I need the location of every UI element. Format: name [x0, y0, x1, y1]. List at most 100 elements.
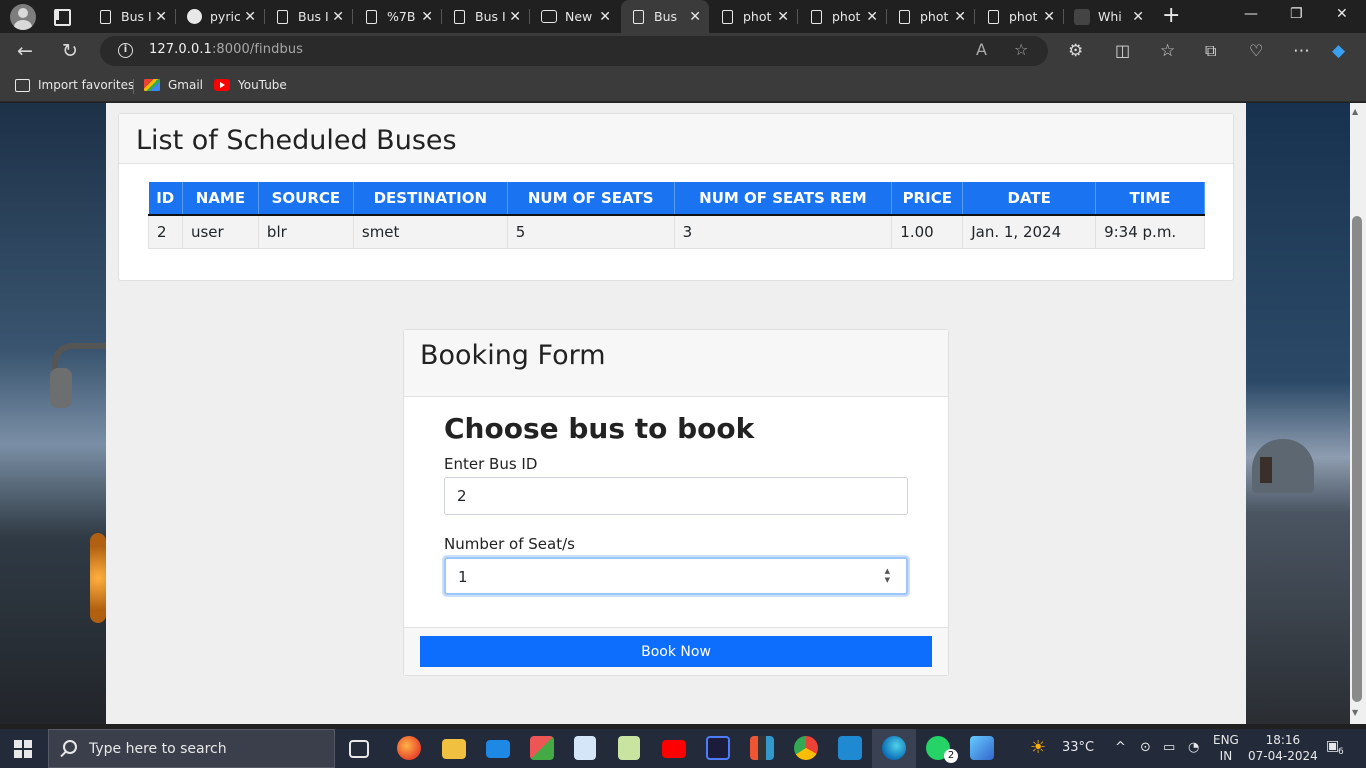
scroll-down-icon[interactable]: ▼ — [1352, 708, 1358, 717]
doc-icon — [811, 9, 822, 24]
close-tab-icon[interactable]: ✕ — [689, 9, 701, 25]
table-cell: smet — [352, 214, 508, 249]
webex-icon[interactable] — [706, 736, 730, 760]
booking-form-card: Booking Form Choose bus to book Enter Bu… — [403, 329, 949, 676]
close-tab-icon[interactable]: ✕ — [866, 9, 878, 25]
taskbar-search[interactable]: Type here to search — [48, 729, 335, 768]
seats-number-input[interactable]: 1 ▲ ▼ — [444, 557, 908, 595]
tray-chevron-icon[interactable]: ^ — [1115, 740, 1126, 755]
close-tab-icon[interactable]: ✕ — [1043, 9, 1055, 25]
close-tab-icon[interactable]: ✕ — [421, 9, 433, 25]
document-app-icon[interactable] — [574, 736, 596, 760]
weather-icon[interactable]: ☀ — [1030, 737, 1046, 758]
refresh-icon[interactable]: ↻ — [62, 39, 78, 63]
column-header: ID — [148, 182, 183, 216]
minimize-icon[interactable]: — — [1244, 6, 1258, 22]
favorite-label: Gmail — [168, 78, 204, 92]
browser-tab[interactable]: Bus I ✕ — [265, 0, 352, 33]
weather-temp[interactable]: 33°C — [1062, 740, 1094, 755]
doc-icon — [722, 9, 733, 24]
favorite-import[interactable]: Import favorites — [15, 78, 134, 92]
new-tab-icon — [541, 10, 557, 23]
back-arrow-icon[interactable]: ← — [17, 39, 33, 63]
bg-light-shape — [90, 533, 106, 623]
favorite-gmail[interactable]: Gmail — [144, 78, 203, 92]
book-now-button[interactable]: Book Now — [420, 636, 932, 667]
close-tab-icon[interactable]: ✕ — [244, 9, 256, 25]
read-aloud-icon[interactable]: A — [976, 40, 987, 59]
close-tab-icon[interactable]: ✕ — [954, 9, 966, 25]
language-indicator[interactable]: ENG IN — [1213, 732, 1239, 764]
table-cell: blr — [257, 214, 354, 249]
address-bar[interactable]: i 127.0.0.1:8000/findbus A ☆ — [100, 36, 1048, 66]
tab-separator — [974, 9, 975, 24]
firefox-icon[interactable] — [397, 736, 421, 760]
task-view-icon[interactable] — [349, 740, 369, 758]
site-info-icon[interactable]: i — [118, 43, 133, 58]
scroll-up-icon[interactable]: ▲ — [1352, 107, 1358, 116]
extensions-icon[interactable]: ⚙ — [1068, 39, 1083, 63]
site-icon — [1074, 8, 1090, 25]
browser-tab[interactable]: %7B ✕ — [354, 0, 441, 33]
windows-start-icon[interactable] — [14, 740, 32, 758]
favorites-icon[interactable]: ☆ — [1160, 39, 1175, 63]
browser-tab[interactable]: phot ✕ — [887, 0, 974, 33]
favorites-divider — [133, 79, 134, 94]
scrollbar-thumb[interactable] — [1352, 216, 1362, 702]
battery-icon[interactable]: ▭ — [1163, 740, 1175, 755]
browser-essentials-icon[interactable]: ♡ — [1249, 39, 1263, 63]
close-tab-icon[interactable]: ✕ — [509, 9, 521, 25]
browser-tab[interactable]: phot ✕ — [976, 0, 1063, 33]
photos-icon[interactable] — [970, 736, 994, 760]
browser-tab[interactable]: Bus ✕ — [621, 0, 709, 33]
table-cell: Jan. 1, 2024 — [962, 214, 1097, 249]
page-viewport: List of Scheduled Buses ID NAME SOURCE DEST… — [0, 103, 1366, 724]
browser-tab[interactable]: Bus I ✕ — [442, 0, 529, 33]
mail-icon[interactable] — [486, 740, 510, 758]
camera-icon[interactable]: ⊙ — [1140, 740, 1151, 755]
browser-tab[interactable]: pyric ✕ — [177, 0, 264, 33]
vscode-icon[interactable] — [838, 736, 862, 760]
table-body: 2 user blr smet 5 3 1.00 Jan. 1, 2024 9:34 p.m. — [148, 214, 1205, 249]
favorite-star-icon[interactable]: ☆ — [1014, 40, 1028, 59]
table-row: 2 user blr smet 5 3 1.00 Jan. 1, 2024 9:34 p.m. — [148, 214, 1205, 249]
copilot-icon[interactable]: ◆ — [1332, 39, 1345, 63]
bus-id-input[interactable]: 2 — [444, 477, 908, 515]
profile-avatar-icon[interactable] — [10, 4, 36, 30]
collections-icon[interactable]: ⧉ — [1205, 39, 1216, 63]
close-tab-icon[interactable]: ✕ — [1132, 9, 1144, 25]
browser-tab[interactable]: Whi ✕ — [1064, 0, 1152, 33]
chrome-icon[interactable] — [794, 736, 818, 760]
favorite-youtube[interactable]: YouTube — [214, 78, 287, 92]
browser-tab[interactable]: Bus I ✕ — [88, 0, 175, 33]
wifi-icon[interactable]: ◔ — [1188, 740, 1199, 755]
close-tab-icon[interactable]: ✕ — [332, 9, 344, 25]
scheduled-buses-card: List of Scheduled Buses ID NAME SOURCE DEST… — [118, 113, 1234, 281]
more-menu-icon[interactable]: ⋯ — [1293, 39, 1310, 63]
winrar-icon[interactable] — [750, 736, 774, 760]
file-explorer-icon[interactable] — [442, 739, 466, 759]
restore-icon[interactable]: ❐ — [1290, 6, 1303, 22]
browser-tab[interactable]: phot ✕ — [710, 0, 797, 33]
column-header: DATE — [962, 182, 1097, 216]
system-clock[interactable]: 18:16 07-04-2024 — [1248, 732, 1318, 764]
edge-icon[interactable] — [882, 736, 906, 760]
close-tab-icon[interactable]: ✕ — [155, 9, 167, 25]
browser-tab[interactable]: New ✕ — [531, 0, 619, 33]
youtube-taskbar-icon[interactable] — [662, 740, 686, 758]
number-spinner-icon[interactable]: ▲ ▼ — [885, 567, 890, 585]
tab-title: pyric — [210, 9, 240, 24]
url-text[interactable]: 127.0.0.1:8000/findbus — [149, 42, 303, 57]
tab-actions-icon[interactable] — [50, 6, 72, 26]
close-tab-icon[interactable]: ✕ — [599, 9, 611, 25]
chart-app-icon[interactable] — [618, 736, 640, 760]
column-header: DESTINATION — [353, 182, 508, 216]
background-photo-right — [1246, 103, 1350, 724]
close-window-icon[interactable]: ✕ — [1336, 6, 1348, 22]
tab-title: %7B — [387, 9, 416, 24]
close-tab-icon[interactable]: ✕ — [777, 9, 789, 25]
new-tab-plus-icon[interactable]: + — [1162, 3, 1180, 28]
split-screen-icon[interactable]: ◫ — [1115, 39, 1130, 63]
store-icon[interactable] — [530, 736, 554, 760]
browser-tab[interactable]: phot ✕ — [799, 0, 886, 33]
